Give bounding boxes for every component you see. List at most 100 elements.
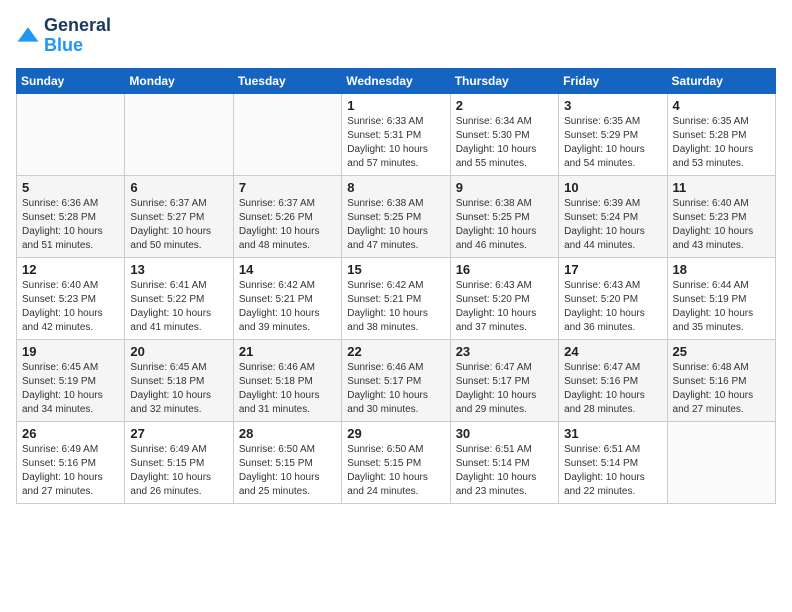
week-row-0: 1 Sunrise: 6:33 AMSunset: 5:31 PMDaylight… <box>17 93 776 175</box>
day-details: Sunrise: 6:51 AMSunset: 5:14 PMDaylight:… <box>456 443 553 499</box>
header-friday: Friday <box>559 68 667 93</box>
calendar-cell: 10 Sunrise: 6:39 AMSunset: 5:24 PMDayligh… <box>559 175 667 257</box>
day-details: Sunrise: 6:35 AMSunset: 5:28 PMDaylight:… <box>673 115 770 171</box>
day-number: 18 <box>673 262 770 277</box>
calendar-cell: 13 Sunrise: 6:41 AMSunset: 5:22 PMDayligh… <box>125 257 233 339</box>
calendar-cell: 31 Sunrise: 6:51 AMSunset: 5:14 PMDayligh… <box>559 421 667 503</box>
day-details: Sunrise: 6:45 AMSunset: 5:18 PMDaylight:… <box>130 361 227 417</box>
day-number: 8 <box>347 180 444 195</box>
day-details: Sunrise: 6:43 AMSunset: 5:20 PMDaylight:… <box>456 279 553 335</box>
day-details: Sunrise: 6:49 AMSunset: 5:16 PMDaylight:… <box>22 443 119 499</box>
day-number: 17 <box>564 262 661 277</box>
calendar-cell: 25Sunrise: 6:48 AMSunset: 5:16 PMDayligh… <box>667 339 775 421</box>
day-details: Sunrise: 6:39 AMSunset: 5:24 PMDaylight:… <box>564 197 661 253</box>
day-details: Sunrise: 6:51 AMSunset: 5:14 PMDaylight:… <box>564 443 661 499</box>
day-details: Sunrise: 6:42 AMSunset: 5:21 PMDaylight:… <box>239 279 336 335</box>
calendar-cell: 22 Sunrise: 6:46 AMSunset: 5:17 PMDayligh… <box>342 339 450 421</box>
calendar-cell: 8 Sunrise: 6:38 AMSunset: 5:25 PMDaylight… <box>342 175 450 257</box>
day-details: Sunrise: 6:46 AMSunset: 5:18 PMDaylight:… <box>239 361 336 417</box>
header-saturday: Saturday <box>667 68 775 93</box>
day-details: Sunrise: 6:45 AMSunset: 5:19 PMDaylight:… <box>22 361 119 417</box>
day-number: 28 <box>239 426 336 441</box>
day-number: 4 <box>673 98 770 113</box>
calendar-cell <box>667 421 775 503</box>
header-wednesday: Wednesday <box>342 68 450 93</box>
day-details: Sunrise: 6:40 AMSunset: 5:23 PMDaylight:… <box>22 279 119 335</box>
calendar-cell: 28 Sunrise: 6:50 AMSunset: 5:15 PMDayligh… <box>233 421 341 503</box>
calendar-cell <box>125 93 233 175</box>
calendar-cell: 4 Sunrise: 6:35 AMSunset: 5:28 PMDaylight… <box>667 93 775 175</box>
day-details: Sunrise: 6:44 AMSunset: 5:19 PMDaylight:… <box>673 279 770 335</box>
day-number: 7 <box>239 180 336 195</box>
day-details: Sunrise: 6:46 AMSunset: 5:17 PMDaylight:… <box>347 361 444 417</box>
day-details: Sunrise: 6:34 AMSunset: 5:30 PMDaylight:… <box>456 115 553 171</box>
day-details: Sunrise: 6:38 AMSunset: 5:25 PMDaylight:… <box>347 197 444 253</box>
calendar-cell: 1 Sunrise: 6:33 AMSunset: 5:31 PMDaylight… <box>342 93 450 175</box>
calendar-cell <box>233 93 341 175</box>
week-row-1: 5 Sunrise: 6:36 AMSunset: 5:28 PMDaylight… <box>17 175 776 257</box>
calendar-cell: 26 Sunrise: 6:49 AMSunset: 5:16 PMDayligh… <box>17 421 125 503</box>
day-number: 12 <box>22 262 119 277</box>
calendar-cell: 5 Sunrise: 6:36 AMSunset: 5:28 PMDaylight… <box>17 175 125 257</box>
calendar-cell: 29 Sunrise: 6:50 AMSunset: 5:15 PMDayligh… <box>342 421 450 503</box>
day-details: Sunrise: 6:40 AMSunset: 5:23 PMDaylight:… <box>673 197 770 253</box>
calendar-cell: 24 Sunrise: 6:47 AMSunset: 5:16 PMDayligh… <box>559 339 667 421</box>
calendar-cell: 27Sunrise: 6:49 AMSunset: 5:15 PMDayligh… <box>125 421 233 503</box>
header-thursday: Thursday <box>450 68 558 93</box>
page-header: General Blue <box>16 16 776 56</box>
day-details: Sunrise: 6:50 AMSunset: 5:15 PMDaylight:… <box>347 443 444 499</box>
day-number: 14 <box>239 262 336 277</box>
day-number: 31 <box>564 426 661 441</box>
calendar-cell: 18 Sunrise: 6:44 AMSunset: 5:19 PMDayligh… <box>667 257 775 339</box>
day-details: Sunrise: 6:47 AMSunset: 5:16 PMDaylight:… <box>564 361 661 417</box>
calendar-cell: 23 Sunrise: 6:47 AMSunset: 5:17 PMDayligh… <box>450 339 558 421</box>
calendar-cell <box>17 93 125 175</box>
day-details: Sunrise: 6:38 AMSunset: 5:25 PMDaylight:… <box>456 197 553 253</box>
calendar-cell: 14 Sunrise: 6:42 AMSunset: 5:21 PMDayligh… <box>233 257 341 339</box>
day-details: Sunrise: 6:36 AMSunset: 5:28 PMDaylight:… <box>22 197 119 253</box>
week-row-2: 12 Sunrise: 6:40 AMSunset: 5:23 PMDayligh… <box>17 257 776 339</box>
day-number: 22 <box>347 344 444 359</box>
logo: General Blue <box>16 16 111 56</box>
calendar-cell: 12 Sunrise: 6:40 AMSunset: 5:23 PMDayligh… <box>17 257 125 339</box>
day-number: 9 <box>456 180 553 195</box>
header-sunday: Sunday <box>17 68 125 93</box>
calendar-cell: 17Sunrise: 6:43 AMSunset: 5:20 PMDayligh… <box>559 257 667 339</box>
day-number: 26 <box>22 426 119 441</box>
day-details: Sunrise: 6:41 AMSunset: 5:22 PMDaylight:… <box>130 279 227 335</box>
header-tuesday: Tuesday <box>233 68 341 93</box>
day-number: 15 <box>347 262 444 277</box>
day-details: Sunrise: 6:48 AMSunset: 5:16 PMDaylight:… <box>673 361 770 417</box>
calendar-cell: 11Sunrise: 6:40 AMSunset: 5:23 PMDayligh… <box>667 175 775 257</box>
calendar-cell: 19Sunrise: 6:45 AMSunset: 5:19 PMDayligh… <box>17 339 125 421</box>
calendar-cell: 15 Sunrise: 6:42 AMSunset: 5:21 PMDayligh… <box>342 257 450 339</box>
day-number: 24 <box>564 344 661 359</box>
day-number: 3 <box>564 98 661 113</box>
day-number: 23 <box>456 344 553 359</box>
calendar-cell: 21Sunrise: 6:46 AMSunset: 5:18 PMDayligh… <box>233 339 341 421</box>
day-number: 2 <box>456 98 553 113</box>
day-number: 29 <box>347 426 444 441</box>
day-number: 5 <box>22 180 119 195</box>
day-details: Sunrise: 6:47 AMSunset: 5:17 PMDaylight:… <box>456 361 553 417</box>
day-number: 1 <box>347 98 444 113</box>
day-details: Sunrise: 6:50 AMSunset: 5:15 PMDaylight:… <box>239 443 336 499</box>
week-row-3: 19Sunrise: 6:45 AMSunset: 5:19 PMDayligh… <box>17 339 776 421</box>
day-number: 16 <box>456 262 553 277</box>
calendar-cell: 2 Sunrise: 6:34 AMSunset: 5:30 PMDaylight… <box>450 93 558 175</box>
calendar-table: SundayMondayTuesdayWednesdayThursdayFrid… <box>16 68 776 504</box>
day-number: 10 <box>564 180 661 195</box>
week-row-4: 26 Sunrise: 6:49 AMSunset: 5:16 PMDayligh… <box>17 421 776 503</box>
calendar-cell: 20 Sunrise: 6:45 AMSunset: 5:18 PMDayligh… <box>125 339 233 421</box>
day-details: Sunrise: 6:37 AMSunset: 5:26 PMDaylight:… <box>239 197 336 253</box>
calendar-cell: 16 Sunrise: 6:43 AMSunset: 5:20 PMDayligh… <box>450 257 558 339</box>
day-number: 6 <box>130 180 227 195</box>
calendar-cell: 7 Sunrise: 6:37 AMSunset: 5:26 PMDaylight… <box>233 175 341 257</box>
day-number: 13 <box>130 262 227 277</box>
logo-icon <box>16 24 40 48</box>
logo-text: General Blue <box>44 16 111 56</box>
day-details: Sunrise: 6:42 AMSunset: 5:21 PMDaylight:… <box>347 279 444 335</box>
calendar-cell: 30Sunrise: 6:51 AMSunset: 5:14 PMDayligh… <box>450 421 558 503</box>
day-number: 20 <box>130 344 227 359</box>
day-details: Sunrise: 6:33 AMSunset: 5:31 PMDaylight:… <box>347 115 444 171</box>
